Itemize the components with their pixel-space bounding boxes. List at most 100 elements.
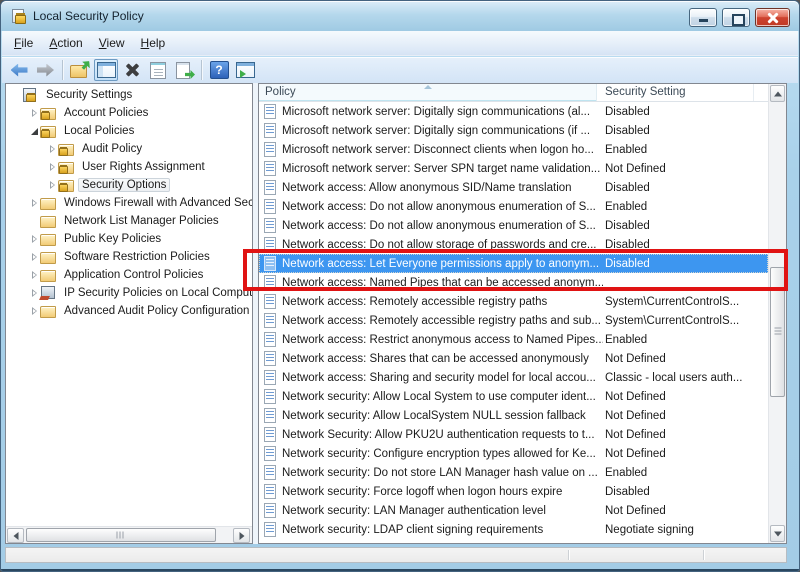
policy-row[interactable]: Network access: Remotely accessible regi…: [259, 311, 768, 330]
help-button[interactable]: [207, 59, 231, 81]
policy-row[interactable]: Network security: Force logoff when logo…: [259, 482, 768, 501]
tree-item[interactable]: Security Options: [6, 176, 252, 194]
policy-row[interactable]: Network access: Allow anonymous SID/Name…: [259, 178, 768, 197]
tree-item[interactable]: User Rights Assignment: [6, 158, 252, 176]
expander-icon[interactable]: [11, 90, 22, 101]
policy-row[interactable]: Network security: LAN Manager authentica…: [259, 501, 768, 520]
scroll-down-button[interactable]: [770, 525, 785, 542]
policy-name: Network access: Do not allow anonymous e…: [282, 220, 603, 232]
expander-icon[interactable]: [47, 162, 58, 173]
security-setting-value: Disabled: [603, 182, 768, 194]
tree-item[interactable]: Software Restriction Policies: [6, 248, 252, 266]
policy-doc-icon: [264, 465, 276, 480]
tree-item[interactable]: Audit Policy: [6, 140, 252, 158]
policy-doc-icon: [264, 218, 276, 233]
back-button[interactable]: [7, 59, 31, 81]
tree-item-icon: [40, 232, 57, 246]
policy-row[interactable]: Microsoft network server: Digitally sign…: [259, 121, 768, 140]
menu-item[interactable]: Action: [41, 33, 90, 53]
policy-row[interactable]: Network access: Remotely accessible regi…: [259, 292, 768, 311]
scroll-up-button[interactable]: [770, 85, 785, 102]
menu-item[interactable]: File: [6, 33, 41, 53]
policy-row[interactable]: Microsoft network server: Digitally sign…: [259, 102, 768, 121]
list-vertical-scrollbar[interactable]: [768, 84, 786, 543]
tree-item[interactable]: Account Policies: [6, 104, 252, 122]
scroll-right-button[interactable]: [233, 528, 250, 543]
delete-button[interactable]: [120, 59, 144, 81]
properties-button[interactable]: [146, 59, 170, 81]
security-setting-value: Not Defined: [603, 391, 768, 403]
security-setting-value: Not Defined: [603, 163, 768, 175]
restore-button[interactable]: [722, 8, 750, 27]
policy-row[interactable]: Network security: Allow LocalSystem NULL…: [259, 406, 768, 425]
tree-item-icon: [40, 268, 57, 282]
window: Local Security Policy FileActionViewHelp…: [0, 0, 800, 572]
tree-item[interactable]: Windows Firewall with Advanced Security: [6, 194, 252, 212]
expander-icon[interactable]: [29, 252, 40, 263]
expander-icon[interactable]: [29, 306, 40, 317]
policy-name: Network security: LAN Manager authentica…: [282, 505, 603, 517]
security-setting-value: Classic - local users auth...: [603, 372, 768, 384]
policy-row[interactable]: Network Security: Allow PKU2U authentica…: [259, 425, 768, 444]
horizontal-scroll-thumb[interactable]: [26, 528, 216, 542]
policy-name: Network access: Remotely accessible regi…: [282, 296, 603, 308]
policy-row[interactable]: Network security: Configure encryption t…: [259, 444, 768, 463]
expander-icon[interactable]: [29, 126, 40, 137]
expander-icon[interactable]: [29, 270, 40, 281]
column-header-security-setting[interactable]: Security Setting: [597, 84, 754, 101]
security-setting-value: Disabled: [603, 486, 768, 498]
tree-item-icon: [40, 124, 57, 138]
policy-row[interactable]: Network access: Named Pipes that can be …: [259, 273, 768, 292]
tree-item[interactable]: Advanced Audit Policy Configuration: [6, 302, 252, 320]
tree-item[interactable]: IP Security Policies on Local Computer: [6, 284, 252, 302]
minimize-button[interactable]: [689, 8, 717, 27]
policy-name: Microsoft network server: Digitally sign…: [282, 106, 603, 118]
tree-item[interactable]: Network List Manager Policies: [6, 212, 252, 230]
policy-name: Network access: Allow anonymous SID/Name…: [282, 182, 603, 194]
expander-icon[interactable]: [29, 216, 40, 227]
policy-row[interactable]: Network access: Restrict anonymous acces…: [259, 330, 768, 349]
menu-item[interactable]: Help: [133, 33, 174, 53]
policy-row[interactable]: Network security: LDAP client signing re…: [259, 520, 768, 539]
policy-row[interactable]: Network security: Allow Local System to …: [259, 387, 768, 406]
column-header-policy[interactable]: Policy: [259, 84, 597, 101]
tree-item[interactable]: Public Key Policies: [6, 230, 252, 248]
policy-row[interactable]: Microsoft network server: Disconnect cli…: [259, 140, 768, 159]
tree-item-label: Windows Firewall with Advanced Security: [60, 196, 252, 210]
tree-horizontal-scrollbar[interactable]: [6, 526, 252, 543]
console-tree-toggle-button[interactable]: [94, 59, 118, 81]
policy-name: Network security: Configure encryption t…: [282, 448, 603, 460]
policy-row[interactable]: Microsoft network server: Server SPN tar…: [259, 159, 768, 178]
policy-row[interactable]: Network access: Let Everyone permissions…: [259, 254, 768, 273]
expander-icon[interactable]: [29, 234, 40, 245]
tree-item[interactable]: Security Settings: [6, 86, 252, 104]
scroll-left-button[interactable]: [7, 528, 24, 543]
policy-row[interactable]: Network access: Sharing and security mod…: [259, 368, 768, 387]
tree-item-icon: [58, 142, 75, 156]
policy-row[interactable]: Network access: Shares that can be acces…: [259, 349, 768, 368]
policy-row[interactable]: Network access: Do not allow anonymous e…: [259, 216, 768, 235]
policy-row[interactable]: Network security: Do not store LAN Manag…: [259, 463, 768, 482]
policy-doc-icon: [264, 142, 276, 157]
expander-icon[interactable]: [29, 198, 40, 209]
vertical-scroll-thumb[interactable]: [770, 267, 785, 397]
tree-item[interactable]: Application Control Policies: [6, 266, 252, 284]
export-folder-button[interactable]: [68, 59, 92, 81]
tree-item[interactable]: Local Policies: [6, 122, 252, 140]
tree-item-icon: [40, 250, 57, 264]
forward-button[interactable]: [33, 59, 57, 81]
new-window-button[interactable]: [233, 59, 257, 81]
expander-icon[interactable]: [47, 144, 58, 155]
expander-icon[interactable]: [29, 288, 40, 299]
policy-row[interactable]: Network access: Do not allow anonymous e…: [259, 197, 768, 216]
policy-name: Microsoft network server: Server SPN tar…: [282, 163, 603, 175]
tree-item-icon: [58, 160, 75, 174]
security-setting-value: Disabled: [603, 106, 768, 118]
menu-item[interactable]: View: [91, 33, 133, 53]
export-list-button[interactable]: [172, 59, 196, 81]
expander-icon[interactable]: [47, 180, 58, 191]
close-button[interactable]: [755, 8, 790, 27]
expander-icon[interactable]: [29, 108, 40, 119]
policy-name: Network security: Force logoff when logo…: [282, 486, 603, 498]
policy-row[interactable]: Network access: Do not allow storage of …: [259, 235, 768, 254]
